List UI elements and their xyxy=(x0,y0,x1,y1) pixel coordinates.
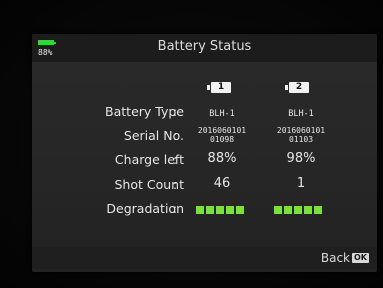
battery-2-number: 2 xyxy=(289,82,309,93)
degradation-segment xyxy=(314,206,322,214)
battery-type-colon: : xyxy=(173,105,178,119)
degradation-segment xyxy=(196,206,204,214)
battery-1-serial-line1: 2016060101 xyxy=(197,126,247,135)
serial-no-colon: : xyxy=(173,129,178,143)
degradation-segment xyxy=(206,206,214,214)
battery-1-icon xyxy=(207,85,210,90)
battery-1-charge: 88% xyxy=(207,151,237,166)
battery-2-type: BLH-1 xyxy=(288,109,314,119)
degradation-segment xyxy=(294,206,302,214)
degradation-colon: : xyxy=(173,202,178,216)
battery-2-icon xyxy=(285,85,288,90)
battery-1-number: 1 xyxy=(211,82,231,93)
page-title: Battery Status xyxy=(157,39,252,54)
battery-1-type: BLH-1 xyxy=(209,109,235,119)
degradation-segment xyxy=(226,206,234,214)
battery-1-header: 1 xyxy=(207,82,231,93)
battery-2-degradation-bar xyxy=(274,206,322,214)
header-bar: 88% Battery Status xyxy=(32,34,377,62)
degradation-segment xyxy=(284,206,292,214)
ok-button-badge[interactable]: OK xyxy=(352,253,369,263)
shot-count-colon: : xyxy=(173,178,178,192)
charge-left-colon: : xyxy=(173,153,178,167)
battery-2-serial: 2016060101 01103 xyxy=(263,126,339,144)
degradation-segment xyxy=(274,206,282,214)
degradation-segment xyxy=(236,206,244,214)
degradation-segment xyxy=(216,206,224,214)
battery-status-screen: 88% Battery Status 1 2 Battery Type : BL… xyxy=(32,34,377,272)
battery-2-charge: 98% xyxy=(286,151,316,166)
battery-1-serial: 2016060101 01098 xyxy=(184,126,260,144)
battery-2-shot-count: 1 xyxy=(296,176,306,191)
battery-2-serial-line2: 01103 xyxy=(288,135,314,144)
footer-bar: Back OK xyxy=(32,247,377,269)
battery-2-header: 2 xyxy=(285,82,309,93)
battery-1-serial-line2: 01098 xyxy=(209,135,235,144)
battery-1-shot-count: 46 xyxy=(213,176,231,191)
battery-2-serial-line1: 2016060101 xyxy=(276,126,326,135)
back-label[interactable]: Back xyxy=(321,251,350,265)
battery-1-degradation-bar xyxy=(196,206,244,214)
degradation-segment xyxy=(304,206,312,214)
